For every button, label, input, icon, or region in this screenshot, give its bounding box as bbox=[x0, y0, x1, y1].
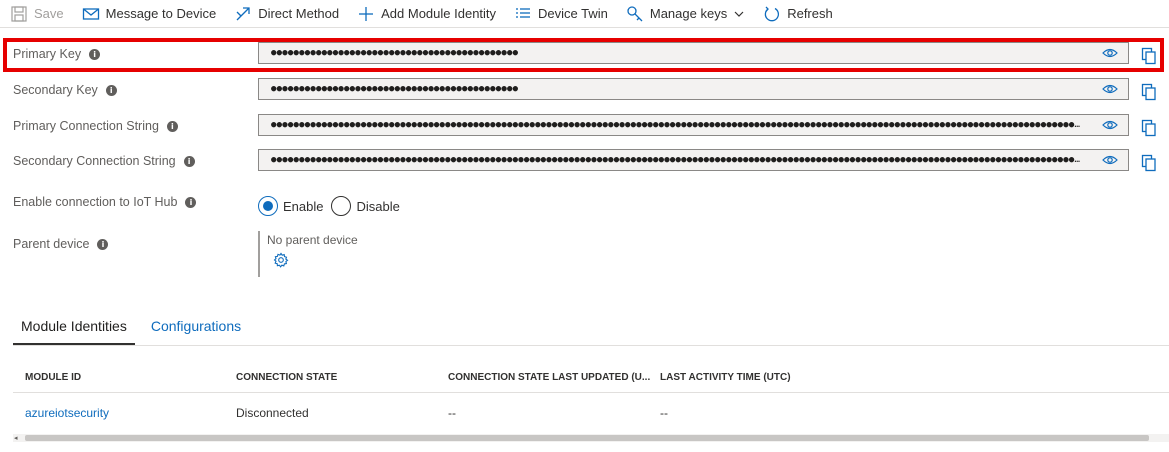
copy-primary-key-icon[interactable] bbox=[1141, 47, 1157, 65]
parent-device-value: No parent device bbox=[267, 233, 358, 247]
horizontal-scrollbar[interactable]: ◂ bbox=[13, 434, 1169, 442]
info-icon[interactable]: i bbox=[185, 196, 197, 208]
refresh-button[interactable]: Refresh bbox=[763, 2, 833, 26]
save-button[interactable]: Save bbox=[10, 2, 64, 26]
copy-secondary-connection-string-icon[interactable] bbox=[1141, 154, 1157, 172]
column-header-last-activity-time[interactable]: LAST ACTIVITY TIME (UTC) bbox=[660, 372, 791, 383]
column-header-connection-state-last-updated[interactable]: CONNECTION STATE LAST UPDATED (U... bbox=[448, 372, 650, 383]
disable-radio[interactable]: Disable bbox=[331, 196, 400, 216]
info-icon[interactable]: i bbox=[97, 238, 109, 250]
info-icon[interactable]: i bbox=[89, 48, 101, 60]
direct-method-button[interactable]: Direct Method bbox=[234, 2, 339, 26]
disable-radio-label: Disable bbox=[356, 198, 400, 214]
manage-keys-label: Manage keys bbox=[649, 6, 728, 21]
enable-radio[interactable]: Enable bbox=[258, 196, 323, 216]
scroll-left-arrow-icon[interactable]: ◂ bbox=[14, 434, 18, 442]
info-icon[interactable]: i bbox=[166, 120, 178, 132]
secondary-key-field[interactable]: ●●●●●●●●●●●●●●●●●●●●●●●●●●●●●●●●●●●●●●●●… bbox=[258, 78, 1129, 100]
manage-keys-dropdown[interactable]: Manage keys bbox=[626, 2, 745, 26]
show-secondary-key-eye-icon[interactable] bbox=[1102, 82, 1118, 96]
enable-connection-label-row: Enable connection to IoT Hub i bbox=[13, 195, 197, 209]
radio-unselected-icon bbox=[331, 196, 352, 216]
primary-key-label: Primary Key bbox=[13, 47, 82, 61]
table-row[interactable]: azureiotsecurity Disconnected -- -- bbox=[13, 398, 1169, 428]
secondary-connection-string-label: Secondary Connection String bbox=[13, 154, 176, 168]
message-to-device-button[interactable]: Message to Device bbox=[82, 2, 217, 26]
primary-connection-string-field[interactable]: ●●●●●●●●●●●●●●●●●●●●●●●●●●●●●●●●●●●●●●●●… bbox=[258, 114, 1129, 136]
info-icon[interactable]: i bbox=[105, 84, 117, 96]
parent-device-label: Parent device bbox=[13, 237, 90, 251]
enable-connection-radio-group: Enable Disable bbox=[258, 196, 408, 216]
message-to-device-label: Message to Device bbox=[105, 6, 217, 21]
secondary-key-label-row: Secondary Key i bbox=[13, 83, 117, 97]
enable-radio-label: Enable bbox=[283, 198, 324, 214]
direct-method-label: Direct Method bbox=[258, 6, 340, 21]
add-module-identity-label: Add Module Identity bbox=[381, 6, 497, 21]
table-header: MODULE ID CONNECTION STATE CONNECTION ST… bbox=[13, 363, 1169, 393]
add-module-identity-button[interactable]: Add Module Identity bbox=[357, 2, 496, 26]
radio-selected-icon bbox=[258, 196, 278, 216]
key-icon bbox=[626, 5, 644, 23]
tab-configurations[interactable]: Configurations bbox=[143, 316, 249, 345]
tab-module-identities[interactable]: Module Identities bbox=[13, 316, 135, 345]
secondary-connection-string-label-row: Secondary Connection String i bbox=[13, 154, 195, 168]
device-twin-label: Device Twin bbox=[538, 6, 608, 21]
enable-connection-label: Enable connection to IoT Hub bbox=[13, 195, 178, 209]
parent-device-box: No parent device bbox=[258, 231, 358, 277]
secondary-key-label: Secondary Key bbox=[13, 83, 98, 97]
refresh-label: Refresh bbox=[787, 6, 833, 21]
list-icon bbox=[514, 5, 532, 23]
parent-device-label-row: Parent device i bbox=[13, 237, 109, 251]
refresh-icon bbox=[763, 5, 781, 23]
show-primary-connection-string-eye-icon[interactable] bbox=[1102, 118, 1118, 132]
secondary-connection-string-field[interactable]: ●●●●●●●●●●●●●●●●●●●●●●●●●●●●●●●●●●●●●●●●… bbox=[258, 149, 1129, 171]
primary-key-field[interactable]: ●●●●●●●●●●●●●●●●●●●●●●●●●●●●●●●●●●●●●●●●… bbox=[258, 42, 1129, 64]
module-id-link[interactable]: azureiotsecurity bbox=[25, 406, 109, 420]
copy-primary-connection-string-icon[interactable] bbox=[1141, 119, 1157, 137]
primary-key-value: ●●●●●●●●●●●●●●●●●●●●●●●●●●●●●●●●●●●●●●●●… bbox=[271, 48, 519, 58]
show-secondary-connection-string-eye-icon[interactable] bbox=[1102, 153, 1118, 167]
direct-method-icon bbox=[234, 5, 252, 23]
scrollbar-thumb[interactable] bbox=[25, 435, 1149, 441]
mail-icon bbox=[82, 5, 100, 23]
tab-bar: Module Identities Configurations bbox=[13, 316, 1169, 346]
last-activity-time-cell: -- bbox=[660, 406, 668, 420]
primary-connection-string-value: ●●●●●●●●●●●●●●●●●●●●●●●●●●●●●●●●●●●●●●●●… bbox=[271, 120, 1081, 130]
secondary-key-value: ●●●●●●●●●●●●●●●●●●●●●●●●●●●●●●●●●●●●●●●●… bbox=[271, 84, 519, 94]
info-icon[interactable]: i bbox=[183, 155, 195, 167]
save-label: Save bbox=[34, 6, 64, 21]
device-twin-button[interactable]: Device Twin bbox=[514, 2, 608, 26]
column-header-connection-state[interactable]: CONNECTION STATE bbox=[236, 372, 337, 383]
primary-connection-string-label: Primary Connection String bbox=[13, 119, 159, 133]
command-bar: Save Message to Device Direct Method Add… bbox=[0, 0, 1169, 28]
gear-icon[interactable] bbox=[273, 252, 289, 268]
plus-icon bbox=[357, 5, 375, 23]
chevron-down-icon bbox=[733, 8, 745, 20]
connection-state-updated-cell: -- bbox=[448, 406, 456, 420]
connection-state-cell: Disconnected bbox=[236, 406, 309, 420]
copy-secondary-key-icon[interactable] bbox=[1141, 83, 1157, 101]
show-primary-key-eye-icon[interactable] bbox=[1102, 46, 1118, 60]
save-icon bbox=[10, 5, 28, 23]
column-header-module-id[interactable]: MODULE ID bbox=[25, 372, 81, 383]
primary-connection-string-label-row: Primary Connection String i bbox=[13, 119, 178, 133]
secondary-connection-string-value: ●●●●●●●●●●●●●●●●●●●●●●●●●●●●●●●●●●●●●●●●… bbox=[271, 155, 1081, 165]
primary-key-label-row: Primary Key i bbox=[13, 47, 101, 61]
